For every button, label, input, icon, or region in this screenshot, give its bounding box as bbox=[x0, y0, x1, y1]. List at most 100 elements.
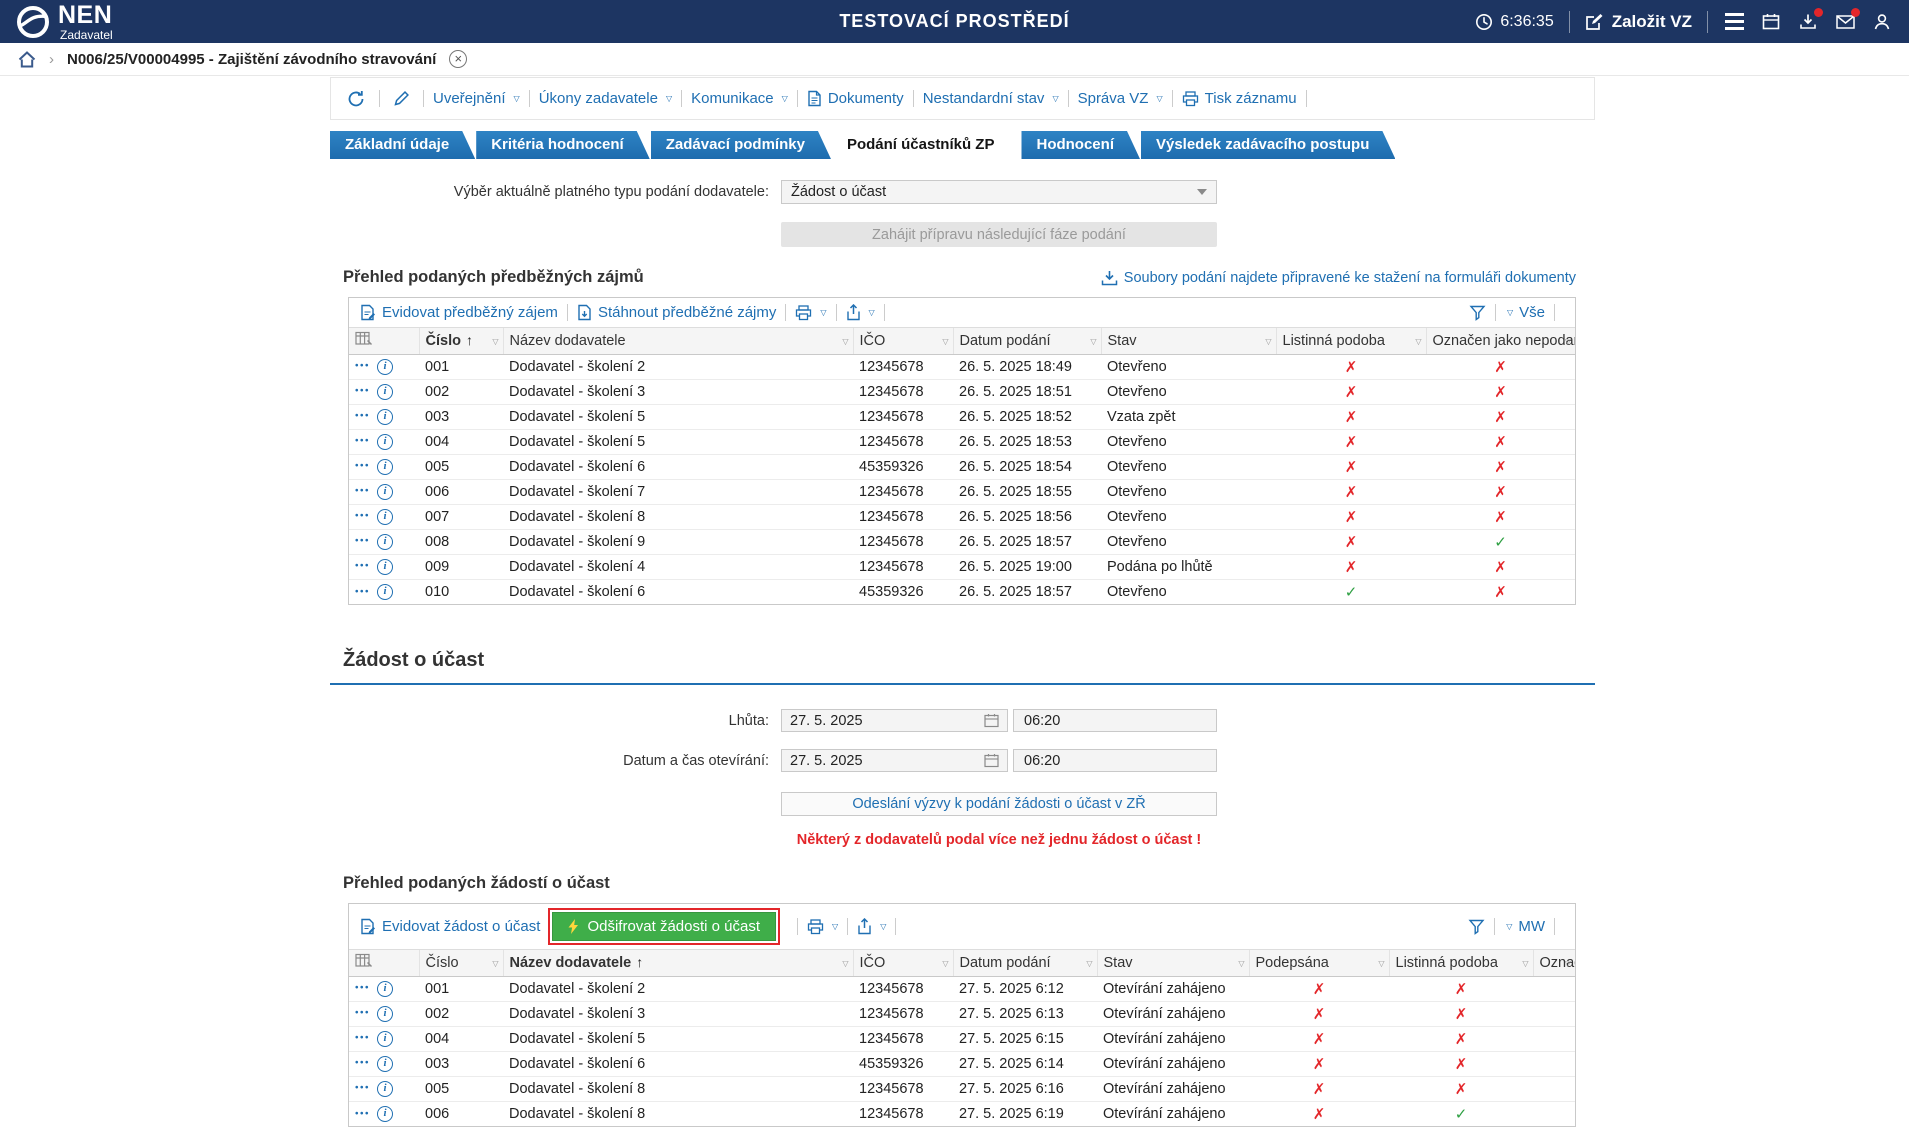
row-info-icon[interactable]: i bbox=[377, 534, 393, 550]
zalozit-vz-button[interactable]: Založit VZ bbox=[1585, 12, 1692, 32]
action-uverejneni[interactable]: Uveřejnění▽ bbox=[433, 90, 520, 107]
chevron-down-icon[interactable]: ▽ bbox=[942, 959, 948, 968]
row-info-icon[interactable]: i bbox=[377, 434, 393, 450]
calendar-icon[interactable] bbox=[984, 753, 999, 768]
submission-type-select[interactable]: Žádost o účast bbox=[781, 180, 1217, 204]
breadcrumb-record[interactable]: N006/25/V00004995 - Zajištění závodního … bbox=[67, 51, 436, 68]
chevron-down-icon[interactable]: ▽ bbox=[842, 959, 848, 968]
column-header-listinna[interactable]: Listinná podoba▽ bbox=[1389, 950, 1533, 976]
column-header-oznacen[interactable]: Označen jako nepodaný▽ bbox=[1533, 950, 1575, 976]
column-header-nazev[interactable]: Název dodavatele▽ bbox=[503, 328, 853, 354]
view-filter-select[interactable]: ▽Vše bbox=[1505, 304, 1545, 321]
action-komunikace[interactable]: Komunikace▽ bbox=[691, 90, 788, 107]
stahnout-predbezne-link[interactable]: Stáhnout předběžné zájmy bbox=[577, 304, 776, 321]
tab-zakladni-udaje[interactable]: Základní údaje bbox=[330, 131, 475, 159]
chevron-down-icon[interactable]: ▽ bbox=[492, 337, 498, 346]
send-invitation-button[interactable]: Odeslání výzvy k podání žádosti o účast … bbox=[781, 792, 1217, 816]
chevron-down-icon[interactable]: ▽ bbox=[1238, 959, 1244, 968]
row-menu-icon[interactable]: ••• bbox=[355, 1108, 370, 1119]
column-header-nepodany[interactable]: Označen jako nepodaný▽ bbox=[1426, 328, 1575, 354]
files-download-link[interactable]: Soubory podání najdete připravené ke sta… bbox=[1101, 270, 1576, 286]
evidovat-predbezny-link[interactable]: Evidovat předběžný zájem bbox=[360, 304, 558, 321]
evidovat-zadost-link[interactable]: Evidovat žádost o účast bbox=[360, 918, 540, 935]
chevron-down-icon[interactable]: ▽ bbox=[1086, 959, 1092, 968]
row-info-icon[interactable]: i bbox=[377, 509, 393, 525]
row-menu-icon[interactable]: ••• bbox=[355, 1058, 370, 1069]
edit-record-button[interactable] bbox=[389, 90, 414, 107]
row-info-icon[interactable]: i bbox=[377, 1106, 393, 1122]
column-header-stav[interactable]: Stav▽ bbox=[1097, 950, 1249, 976]
row-menu-icon[interactable]: ••• bbox=[355, 436, 370, 447]
row-menu-icon[interactable]: ••• bbox=[355, 511, 370, 522]
chevron-down-icon[interactable]: ▽ bbox=[1090, 337, 1096, 346]
profile-button[interactable] bbox=[1871, 11, 1893, 33]
tab-zadavaci-podminky[interactable]: Zadávací podmínky bbox=[651, 131, 831, 159]
row-info-icon[interactable]: i bbox=[377, 584, 393, 600]
view-filter-select[interactable]: ▽MW bbox=[1504, 918, 1545, 935]
print-table-button[interactable]: ▽ bbox=[795, 305, 826, 321]
row-menu-icon[interactable]: ••• bbox=[355, 361, 370, 372]
action-sprava-vz[interactable]: Správa VZ▽ bbox=[1078, 90, 1163, 107]
row-menu-icon[interactable]: ••• bbox=[355, 561, 370, 572]
calendar-icon[interactable] bbox=[984, 713, 999, 728]
calendar-button[interactable] bbox=[1760, 11, 1782, 33]
home-icon[interactable] bbox=[18, 51, 36, 68]
lhuta-time-input[interactable]: 06:20 bbox=[1013, 709, 1217, 732]
menu-button[interactable] bbox=[1723, 11, 1745, 33]
column-chooser-header[interactable] bbox=[349, 328, 419, 354]
column-header-datum[interactable]: Datum podání▽ bbox=[953, 950, 1097, 976]
row-info-icon[interactable]: i bbox=[377, 559, 393, 575]
column-header-listinna[interactable]: Listinná podoba▽ bbox=[1276, 328, 1426, 354]
row-info-icon[interactable]: i bbox=[377, 981, 393, 997]
chevron-down-icon[interactable]: ▽ bbox=[942, 337, 948, 346]
row-info-icon[interactable]: i bbox=[377, 459, 393, 475]
nen-logo[interactable]: NEN Zadavatel bbox=[16, 3, 113, 41]
row-menu-icon[interactable]: ••• bbox=[355, 386, 370, 397]
row-menu-icon[interactable]: ••• bbox=[355, 1033, 370, 1044]
row-menu-icon[interactable]: ••• bbox=[355, 486, 370, 497]
column-chooser-header[interactable] bbox=[349, 950, 419, 976]
column-header-datum[interactable]: Datum podání▽ bbox=[953, 328, 1101, 354]
row-menu-icon[interactable]: ••• bbox=[355, 411, 370, 422]
opening-date-input[interactable]: 27. 5. 2025 bbox=[781, 749, 1008, 772]
row-menu-icon[interactable]: ••• bbox=[355, 461, 370, 472]
action-dokumenty[interactable]: Dokumenty bbox=[807, 90, 904, 107]
messages-button[interactable] bbox=[1834, 11, 1856, 33]
close-record-icon[interactable]: × bbox=[449, 50, 467, 68]
column-header-stav[interactable]: Stav▽ bbox=[1101, 328, 1276, 354]
column-header-ico[interactable]: IČO▽ bbox=[853, 328, 953, 354]
action-ukony-zadavatele[interactable]: Úkony zadavatele▽ bbox=[539, 90, 672, 107]
chevron-down-icon[interactable]: ▽ bbox=[492, 959, 498, 968]
action-nestandardni-stav[interactable]: Nestandardní stav▽ bbox=[923, 90, 1059, 107]
tab-vysledek-zadavaciho-postupu[interactable]: Výsledek zadávacího postupu bbox=[1141, 131, 1395, 159]
filter-button[interactable] bbox=[1469, 305, 1486, 321]
opening-time-input[interactable]: 06:20 bbox=[1013, 749, 1217, 772]
chevron-down-icon[interactable]: ▽ bbox=[1522, 959, 1528, 968]
refresh-button[interactable] bbox=[343, 90, 370, 108]
row-info-icon[interactable]: i bbox=[377, 484, 393, 500]
row-menu-icon[interactable]: ••• bbox=[355, 983, 370, 994]
chevron-down-icon[interactable]: ▽ bbox=[1265, 337, 1271, 346]
print-table-button[interactable]: ▽ bbox=[807, 919, 838, 935]
column-header-podepsana[interactable]: Podepsána▽ bbox=[1249, 950, 1389, 976]
tab-hodnoceni[interactable]: Hodnocení bbox=[1021, 131, 1140, 159]
row-menu-icon[interactable]: ••• bbox=[355, 536, 370, 547]
column-header-cislo[interactable]: Číslo↑▽ bbox=[419, 328, 503, 354]
chevron-down-icon[interactable]: ▽ bbox=[1565, 337, 1571, 346]
row-info-icon[interactable]: i bbox=[377, 1056, 393, 1072]
row-info-icon[interactable]: i bbox=[377, 1006, 393, 1022]
chevron-down-icon[interactable]: ▽ bbox=[1565, 959, 1571, 968]
decrypt-requests-button[interactable]: Odšifrovat žádosti o účast bbox=[552, 912, 776, 941]
lhuta-date-input[interactable]: 27. 5. 2025 bbox=[781, 709, 1008, 732]
filter-button[interactable] bbox=[1468, 919, 1485, 935]
row-info-icon[interactable]: i bbox=[377, 384, 393, 400]
row-menu-icon[interactable]: ••• bbox=[355, 586, 370, 597]
column-header-nazev[interactable]: Název dodavatele↑▽ bbox=[503, 950, 853, 976]
downloads-button[interactable] bbox=[1797, 11, 1819, 33]
tab-podani-ucastniku-zp[interactable]: Podání účastníků ZP bbox=[832, 131, 1021, 159]
column-header-cislo[interactable]: Číslo▽ bbox=[419, 950, 503, 976]
tab-kriteria-hodnoceni[interactable]: Kritéria hodnocení bbox=[476, 131, 650, 159]
row-info-icon[interactable]: i bbox=[377, 409, 393, 425]
row-menu-icon[interactable]: ••• bbox=[355, 1083, 370, 1094]
next-phase-button[interactable]: Zahájit přípravu následující fáze podání bbox=[781, 222, 1217, 247]
